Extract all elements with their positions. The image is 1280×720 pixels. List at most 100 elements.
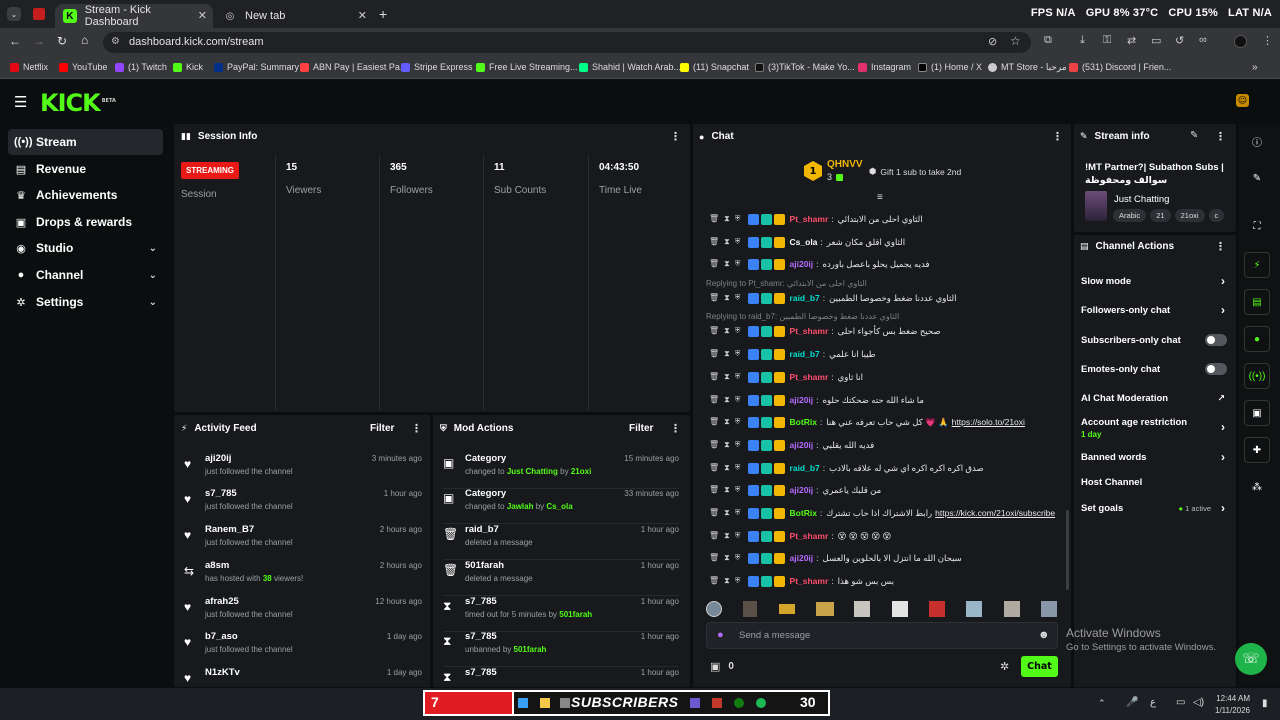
tray-time[interactable]: 12:44 AM <box>1206 694 1250 703</box>
chat-username[interactable]: raid_b7 <box>790 293 820 303</box>
chat-username[interactable]: Pt_shamr <box>790 214 829 224</box>
tag-chip[interactable]: 21 <box>1150 209 1171 222</box>
mod-tools-icon[interactable]: 🗑⧗⛨ <box>709 349 746 359</box>
bookmark-star-icon[interactable]: ☆ <box>1010 34 1021 48</box>
chat-link[interactable]: https://solo.to/21oxi <box>952 417 1025 427</box>
mod-tools-icon[interactable]: 🗑⧗⛨ <box>709 417 746 427</box>
more-bookmarks-icon[interactable]: » <box>1252 62 1258 73</box>
activity-user[interactable]: s7_785 <box>205 488 237 499</box>
chat-scrollbar[interactable] <box>1066 510 1069 590</box>
sidebar-item-stream[interactable]: ((•)) Stream <box>8 129 163 155</box>
subscribers-only-toggle[interactable] <box>1205 334 1227 346</box>
edit-icon[interactable]: ✎ <box>1244 165 1270 191</box>
mod-tools-icon[interactable]: 🗑⧗⛨ <box>709 553 746 563</box>
activity-filter-button[interactable]: Filter <box>370 423 394 434</box>
bookmark-tiktok[interactable]: (3)TikTok - Make Yo... <box>755 62 855 72</box>
channel-points[interactable]: ▣ 0 <box>710 660 734 673</box>
bookmark-mt-store[interactable]: MT Store - مرحبا <box>988 62 1067 73</box>
top-gifter-name[interactable]: QHNVV <box>827 159 863 170</box>
mod-menu-icon[interactable]: ⋮ <box>670 422 681 435</box>
network-icon[interactable]: ▭ <box>1176 697 1185 708</box>
history-icon[interactable]: ↺ <box>1175 34 1184 47</box>
bookmark-shahid[interactable]: Shahid | Watch Arab... <box>579 62 681 72</box>
chat-username[interactable]: BotRix <box>790 508 817 518</box>
mod-filter-button[interactable]: Filter <box>629 423 653 434</box>
emoji-icon[interactable]: ☻ <box>1038 629 1050 641</box>
chat-username[interactable]: Pt_shamr <box>790 531 829 541</box>
activity-menu-icon[interactable]: ⋮ <box>411 422 422 435</box>
bookmark-youtube[interactable]: YouTube <box>59 62 107 72</box>
emotes-only-toggle[interactable] <box>1205 363 1227 375</box>
browser-menu-icon[interactable]: ⋮ <box>1262 34 1273 47</box>
activity-user[interactable]: N1zKTv <box>205 667 240 678</box>
bookmark-abn[interactable]: ABN Pay | Easiest Pa... <box>300 62 407 72</box>
site-info-icon[interactable]: ⚙ <box>111 36 120 47</box>
emote-icon[interactable] <box>929 601 945 617</box>
mod-tools-icon[interactable]: 🗑⧗⛨ <box>709 214 746 224</box>
taskbar-app-icon[interactable] <box>712 698 722 708</box>
mod-tools-icon[interactable]: 🗑⧗⛨ <box>709 326 746 336</box>
bookmark-discord[interactable]: (531) Discord | Frien... <box>1069 62 1171 72</box>
tag-chip[interactable]: 21oxi <box>1174 209 1205 222</box>
spotify-icon[interactable] <box>756 698 766 708</box>
stream-category[interactable]: Just Chatting <box>1114 194 1169 205</box>
profile-avatar[interactable] <box>1234 35 1247 48</box>
forward-arrow-icon[interactable]: → <box>33 34 45 48</box>
close-tab-icon[interactable]: ✕ <box>358 9 367 22</box>
download-icon[interactable]: ⤓ <box>1080 34 1085 47</box>
mod-tools-icon[interactable]: 🗑⧗⛨ <box>709 237 746 247</box>
emote-icon[interactable] <box>966 601 982 617</box>
broadcast-icon[interactable]: ((•)) <box>1244 363 1270 389</box>
close-tab-icon[interactable]: ✕ <box>198 9 207 22</box>
chat-username[interactable]: BotRix <box>790 417 817 427</box>
microphone-icon[interactable]: ● <box>717 629 724 641</box>
banned-words-option[interactable]: Banned words › <box>1081 450 1227 466</box>
mod-tools-icon[interactable]: 🗑⧗⛨ <box>709 485 746 495</box>
activity-user[interactable]: aji20ij <box>205 453 231 464</box>
mod-tools-icon[interactable]: 🗑⧗⛨ <box>709 395 746 405</box>
chat-settings-icon[interactable]: ✲ <box>1000 660 1009 673</box>
sidebar-item-channel[interactable]: ● Channel ⌄ <box>8 262 163 288</box>
sidebar-item-studio[interactable]: ◉ Studio ⌄ <box>8 235 163 261</box>
chat-username[interactable]: aji20ij <box>790 440 814 450</box>
chat-icon[interactable]: ● <box>1244 326 1270 352</box>
bookmark-x[interactable]: (1) Home / X <box>918 62 982 72</box>
notifications-icon[interactable]: ▮ <box>1262 698 1268 709</box>
account-age-option[interactable]: Account age restriction 1 day › <box>1081 417 1227 443</box>
chat-username[interactable]: raid_b7 <box>790 349 820 359</box>
emote-icon[interactable] <box>743 601 757 617</box>
bookmark-netflix[interactable]: Netflix <box>10 62 48 72</box>
tab-search-icon[interactable]: ⌄ <box>7 7 21 21</box>
url-bar[interactable]: dashboard.kick.com/stream <box>103 32 1031 53</box>
fullscreen-icon[interactable]: ⛶ <box>1244 213 1270 239</box>
mod-tools-icon[interactable]: 🗑⧗⛨ <box>709 372 746 382</box>
back-arrow-icon[interactable]: ← <box>9 34 21 48</box>
chat-username[interactable]: Pt_shamr <box>790 326 829 336</box>
microphone-tray-icon[interactable]: 🎤 <box>1126 697 1138 708</box>
mod-tools-icon[interactable]: 🗑⧗⛨ <box>709 531 746 541</box>
link-icon[interactable]: ∞ <box>1199 34 1207 46</box>
hamburger-menu-icon[interactable]: ☰ <box>14 93 27 111</box>
mod-tools-icon[interactable]: 🗑⧗⛨ <box>709 508 746 518</box>
key-icon[interactable]: ⚿ <box>1103 34 1111 47</box>
chat-menu-icon[interactable]: ⋮ <box>1052 130 1063 143</box>
xbox-icon[interactable] <box>734 698 744 708</box>
lightning-icon[interactable]: ⚡ <box>1244 252 1270 278</box>
bookmark-streaming[interactable]: Free Live Streaming... <box>476 62 578 72</box>
activity-user[interactable]: afrah25 <box>205 596 239 607</box>
channel-actions-menu-icon[interactable]: ⋮ <box>1215 240 1226 253</box>
tools-icon[interactable]: ✚ <box>1244 437 1270 463</box>
pinned-tab-icon[interactable] <box>33 8 45 20</box>
chat-link[interactable]: https://kick.com/21oxi/subscribe <box>935 508 1055 518</box>
tab-kick-dashboard[interactable]: K Stream - Kick Dashboard ✕ <box>55 4 213 28</box>
puzzle-icon[interactable]: ⁂ <box>1244 474 1270 500</box>
ai-moderation-option[interactable]: AI Chat Moderation ↗ <box>1081 393 1227 407</box>
bookmark-twitch[interactable]: (1) Twitch <box>115 62 167 72</box>
mod-tools-icon[interactable]: 🗑⧗⛨ <box>709 576 746 586</box>
volume-icon[interactable]: ◁) <box>1193 697 1204 708</box>
home-icon[interactable]: ⌂ <box>81 33 88 47</box>
info-icon[interactable]: ⓘ <box>1244 128 1270 154</box>
bookmark-snapchat[interactable]: (11) Snapchat <box>680 62 749 72</box>
gift-sub-cta[interactable]: ⬢ Gift 1 sub to take 2nd <box>869 166 961 177</box>
sidebar-item-settings[interactable]: ✲ Settings ⌄ <box>8 289 163 315</box>
